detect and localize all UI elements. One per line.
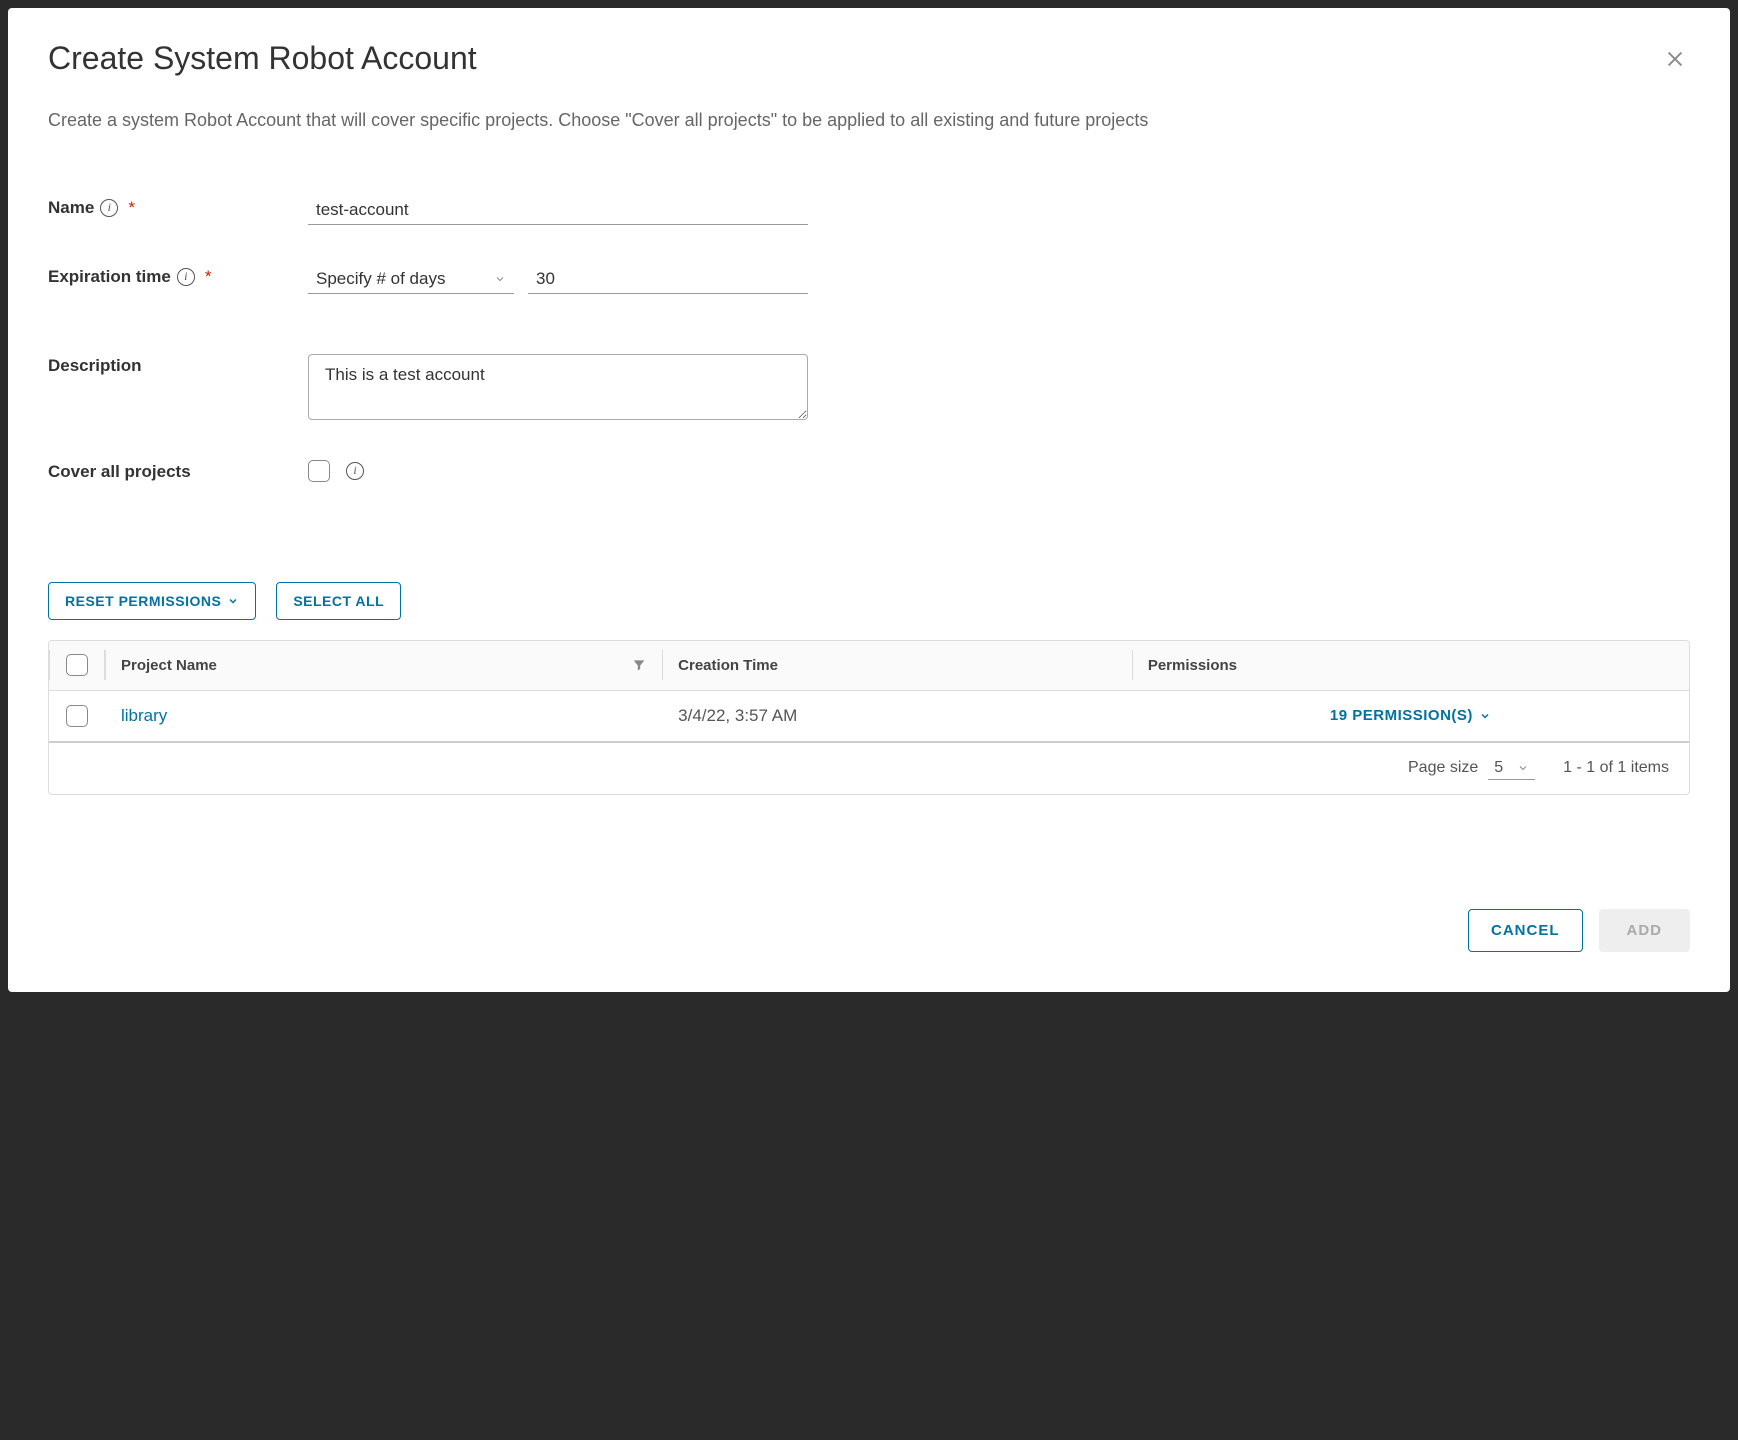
page-size-label: Page size xyxy=(1408,759,1478,777)
close-button[interactable] xyxy=(1660,44,1690,77)
header-permissions-label: Permissions xyxy=(1148,657,1237,674)
header-checkbox-cell xyxy=(49,641,105,690)
form-row-cover-all: Cover all projects i xyxy=(48,460,1690,482)
header-permissions[interactable]: Permissions xyxy=(1132,641,1689,690)
chevron-down-icon xyxy=(227,595,239,607)
page-size-control: Page size 5 xyxy=(1408,757,1535,780)
required-indicator: * xyxy=(128,198,135,218)
cover-all-input-cell: i xyxy=(308,460,364,482)
row-checkbox[interactable] xyxy=(66,705,88,727)
description-label-cell: Description xyxy=(48,354,308,376)
info-icon[interactable]: i xyxy=(346,462,364,480)
description-input-cell: This is a test account xyxy=(308,354,808,420)
expiration-input-cell: Specify # of days xyxy=(308,265,808,294)
permissions-toolbar: RESET PERMISSIONS SELECT ALL xyxy=(48,582,1690,620)
page-size-select[interactable]: 5 xyxy=(1488,757,1535,780)
info-icon[interactable]: i xyxy=(100,199,118,217)
cover-all-label: Cover all projects xyxy=(48,462,191,482)
expiration-type-value: Specify # of days xyxy=(316,269,494,289)
pagination-range: 1 - 1 of 1 items xyxy=(1563,759,1669,777)
cover-all-checkbox[interactable] xyxy=(308,460,330,482)
modal-title: Create System Robot Account xyxy=(48,40,477,77)
table-header: Project Name Creation Time Permissions xyxy=(49,641,1689,691)
form-row-expiration: Expiration time i * Specify # of days xyxy=(48,265,1690,294)
row-checkbox-cell xyxy=(49,691,105,741)
name-label-cell: Name i * xyxy=(48,196,308,218)
close-icon xyxy=(1664,48,1686,70)
description-label: Description xyxy=(48,356,142,376)
name-label: Name xyxy=(48,198,94,218)
reset-permissions-label: RESET PERMISSIONS xyxy=(65,593,221,609)
expiration-label-cell: Expiration time i * xyxy=(48,265,308,287)
chevron-down-icon xyxy=(1479,710,1491,722)
chevron-down-icon xyxy=(494,273,506,285)
form-row-description: Description This is a test account xyxy=(48,354,1690,420)
expiration-type-select[interactable]: Specify # of days xyxy=(308,265,514,294)
chevron-down-icon xyxy=(1517,762,1529,774)
select-all-rows-checkbox[interactable] xyxy=(66,654,88,676)
create-robot-account-modal: Create System Robot Account Create a sys… xyxy=(8,8,1730,992)
project-link[interactable]: library xyxy=(121,706,167,726)
modal-header: Create System Robot Account xyxy=(48,40,1690,77)
expiration-label: Expiration time xyxy=(48,267,171,287)
modal-footer: CANCEL ADD xyxy=(48,869,1690,952)
select-all-button[interactable]: SELECT ALL xyxy=(276,582,401,620)
projects-table: Project Name Creation Time Permissions l… xyxy=(48,640,1690,795)
row-permissions-dropdown[interactable]: 19 PERMISSION(S) xyxy=(1132,691,1689,741)
required-indicator: * xyxy=(205,267,212,287)
description-textarea[interactable]: This is a test account xyxy=(308,354,808,420)
filter-icon[interactable] xyxy=(632,658,646,672)
header-project-name-label: Project Name xyxy=(121,657,217,674)
row-permissions-label: 19 PERMISSION(S) xyxy=(1330,707,1473,724)
row-creation-time: 3/4/22, 3:57 AM xyxy=(662,691,1132,741)
info-icon[interactable]: i xyxy=(177,268,195,286)
select-all-label: SELECT ALL xyxy=(293,593,384,609)
header-creation-time-label: Creation Time xyxy=(678,657,778,674)
add-button[interactable]: ADD xyxy=(1599,909,1691,952)
cancel-button[interactable]: CANCEL xyxy=(1468,909,1583,952)
name-input-cell xyxy=(308,196,808,225)
name-input[interactable] xyxy=(308,196,808,225)
expiration-days-input[interactable] xyxy=(528,265,808,294)
table-footer: Page size 5 1 - 1 of 1 items xyxy=(49,743,1689,794)
page-size-value: 5 xyxy=(1494,759,1503,777)
form-row-name: Name i * xyxy=(48,196,1690,225)
row-project-name: library xyxy=(105,691,662,741)
header-project-name[interactable]: Project Name xyxy=(105,641,662,690)
modal-subtitle: Create a system Robot Account that will … xyxy=(48,105,1690,136)
cover-all-label-cell: Cover all projects xyxy=(48,460,308,482)
reset-permissions-button[interactable]: RESET PERMISSIONS xyxy=(48,582,256,620)
table-row: library 3/4/22, 3:57 AM 19 PERMISSION(S) xyxy=(49,691,1689,743)
header-creation-time[interactable]: Creation Time xyxy=(662,641,1132,690)
